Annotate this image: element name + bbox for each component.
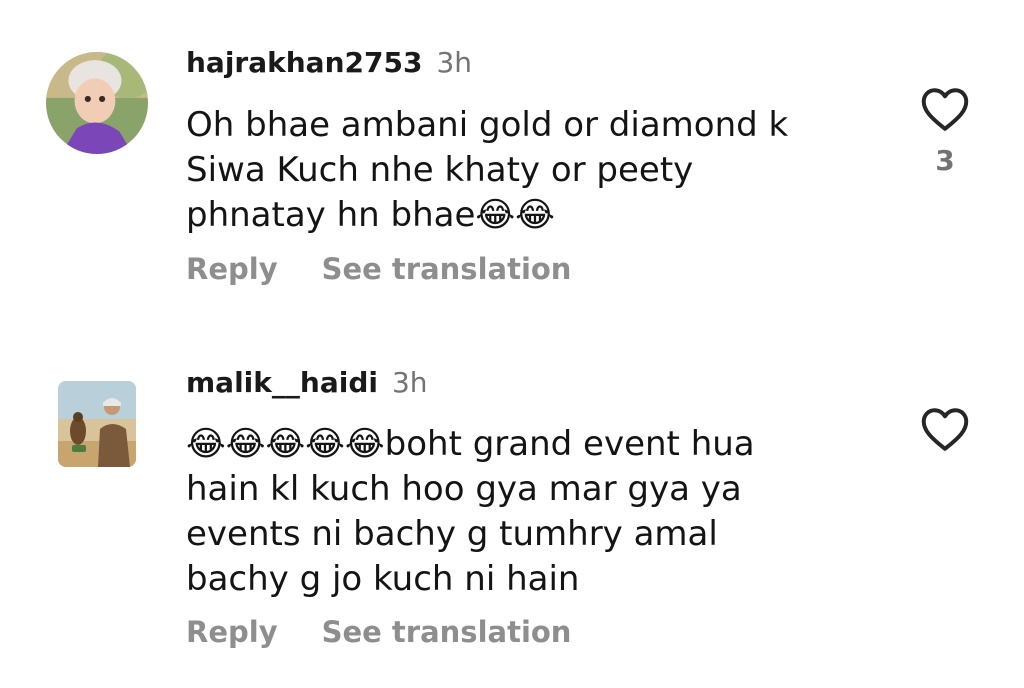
like-control: 3 <box>918 86 972 177</box>
comment-item: malik__haidi 3h 😂😂😂😂😂boht grand event hua… <box>0 330 1024 688</box>
username-link[interactable]: hajrakhan2753 <box>186 46 422 79</box>
comment-actions: Reply See translation <box>186 615 571 649</box>
reply-button[interactable]: Reply <box>186 615 278 649</box>
comment-item: hajrakhan2753 3h Oh bhae ambani gold or d… <box>0 0 1024 330</box>
heart-icon[interactable] <box>920 86 970 132</box>
heart-icon[interactable] <box>920 406 970 452</box>
username-link[interactable]: malik__haidi <box>186 366 378 399</box>
falconer-avatar-icon <box>58 381 136 467</box>
like-control <box>918 406 972 452</box>
see-translation-button[interactable]: See translation <box>322 615 572 649</box>
timestamp: 3h <box>436 46 473 79</box>
comment-header: malik__haidi 3h <box>186 366 428 399</box>
comment-text: 😂😂😂😂😂boht grand event hua hain kl kuch h… <box>186 424 755 599</box>
child-avatar-icon <box>46 52 148 154</box>
comment-actions: Reply See translation <box>186 252 571 286</box>
reply-button[interactable]: Reply <box>186 252 278 286</box>
comment-text: Oh bhae ambani gold or diamond k Siwa Ku… <box>186 105 789 235</box>
avatar[interactable] <box>46 52 148 154</box>
comment-header: hajrakhan2753 3h <box>186 46 472 79</box>
see-translation-button[interactable]: See translation <box>322 252 572 286</box>
avatar[interactable] <box>58 381 136 467</box>
like-count: 3 <box>935 144 955 177</box>
timestamp: 3h <box>391 366 428 399</box>
